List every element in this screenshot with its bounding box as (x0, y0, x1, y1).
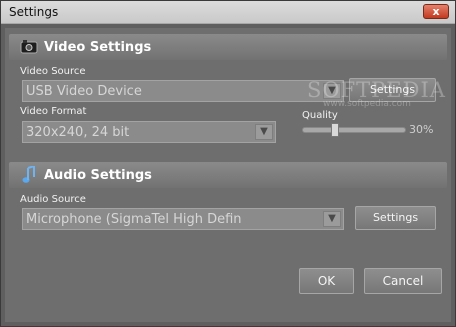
quality-value: 30% (409, 123, 434, 136)
close-icon: x (432, 5, 440, 18)
settings-window: Settings x Video Settings Video Source U… (0, 0, 456, 327)
audio-section-title: Audio Settings (44, 168, 152, 183)
video-source-dropdown[interactable]: USB Video Device ▼ (22, 80, 344, 102)
audio-source-label: Audio Source (20, 194, 86, 205)
quality-slider-thumb[interactable] (330, 123, 339, 137)
audio-section-header: Audio Settings (9, 162, 447, 188)
chevron-down-icon[interactable]: ▼ (255, 124, 273, 140)
music-note-icon (22, 166, 35, 183)
chevron-down-icon[interactable]: ▼ (323, 211, 341, 227)
video-source-value: USB Video Device (26, 84, 142, 99)
title-bar[interactable]: Settings x (1, 1, 455, 24)
window-title: Settings (9, 5, 59, 19)
softpedia-url-watermark: www.softpedia.com (323, 99, 411, 109)
video-source-label: Video Source (20, 66, 86, 77)
audio-settings-button[interactable]: Settings (355, 206, 436, 230)
video-format-value: 320x240, 24 bit (26, 125, 130, 140)
video-format-label: Video Format (20, 106, 87, 117)
audio-source-value: Microphone (SigmaTel High Defin (26, 212, 242, 227)
ok-button-label: OK (317, 274, 336, 288)
settings-panel: Video Settings Video Source USB Video De… (5, 28, 451, 322)
audio-settings-button-label: Settings (372, 211, 419, 224)
video-camera-icon (20, 40, 38, 54)
quality-slider-track[interactable] (302, 127, 406, 133)
video-section-title: Video Settings (44, 40, 152, 55)
audio-source-dropdown[interactable]: Microphone (SigmaTel High Defin ▼ (22, 208, 344, 230)
quality-label: Quality (302, 110, 338, 121)
cancel-button[interactable]: Cancel (364, 268, 442, 294)
ok-button[interactable]: OK (299, 268, 354, 294)
video-format-dropdown[interactable]: 320x240, 24 bit ▼ (22, 121, 276, 143)
video-section-header: Video Settings (9, 34, 447, 60)
close-button[interactable]: x (423, 4, 449, 19)
cancel-button-label: Cancel (382, 274, 424, 288)
